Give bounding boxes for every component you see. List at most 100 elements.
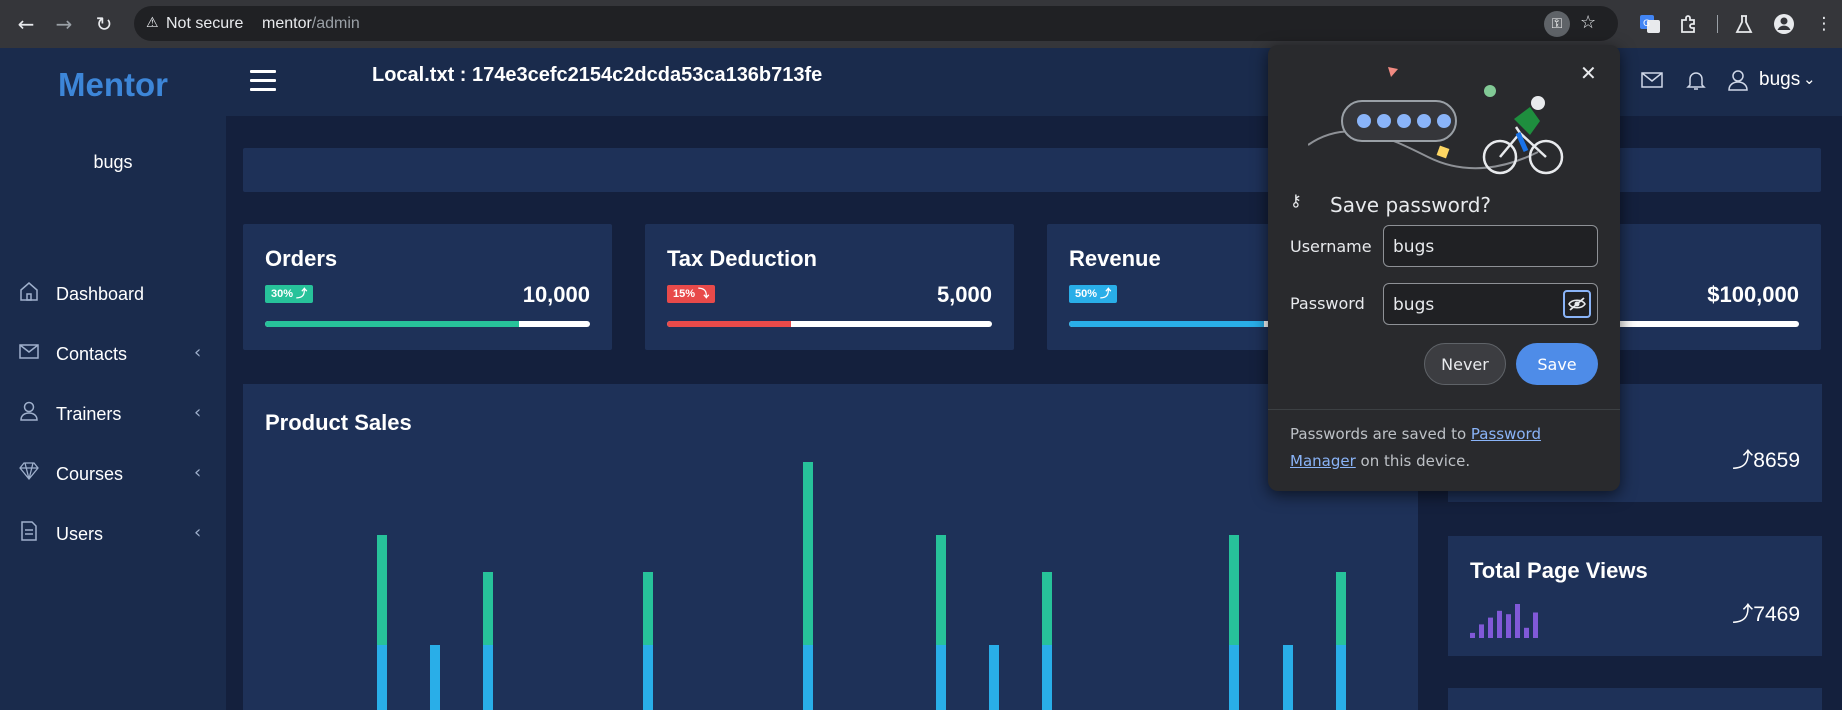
chevron-left-icon: ‹ — [194, 522, 202, 543]
sidebar-item-trainers[interactable]: Trainers ‹ — [0, 392, 226, 436]
save-password-dialog: ✕ ⚷ Save password? Username bugs Passwor… — [1268, 45, 1620, 491]
sales-bar-segment — [989, 645, 999, 710]
browser-menu-icon[interactable]: ⋮ — [1810, 10, 1838, 38]
sales-bar-segment — [483, 572, 493, 645]
sparkline-bar — [1470, 632, 1475, 638]
sparkline-bar — [1479, 624, 1484, 638]
sales-bar-segment — [377, 535, 387, 645]
chevron-down-icon[interactable]: ⌄ — [1803, 70, 1816, 88]
stat-value: ⤴7469 — [1732, 603, 1800, 626]
bookmark-star-icon[interactable]: ☆ — [1580, 12, 1596, 33]
svg-text:G: G — [1643, 19, 1650, 29]
username-value: bugs — [1393, 237, 1435, 257]
close-icon[interactable]: ✕ — [1580, 61, 1597, 85]
hamburger-menu-icon[interactable] — [250, 70, 276, 92]
sales-bar-segment — [643, 645, 653, 710]
profile-avatar-icon[interactable] — [1770, 10, 1798, 38]
username-field[interactable]: bugs — [1383, 225, 1598, 267]
sales-bar-segment — [1042, 645, 1052, 710]
brand-logo[interactable]: Mentor — [0, 66, 226, 104]
sales-bar-segment — [377, 645, 387, 710]
sales-bar-segment — [936, 645, 946, 710]
sidebar-username: bugs — [93, 152, 133, 172]
toolbar-divider — [1717, 15, 1718, 33]
sales-bar-segment — [430, 645, 440, 710]
card-value: 5,000 — [936, 282, 992, 307]
messages-icon[interactable] — [1640, 68, 1666, 94]
sidebar-item-users[interactable]: Users ‹ — [0, 512, 226, 556]
sparkline-chart — [1470, 604, 1538, 638]
sales-bar-segment — [643, 572, 653, 645]
hide-password-eye-icon[interactable] — [1563, 290, 1591, 318]
sales-bar-segment — [1042, 572, 1052, 645]
chevron-left-icon: ‹ — [194, 402, 202, 423]
sales-bar-segment — [936, 535, 946, 645]
sidebar-item-contacts[interactable]: Contacts ‹ — [0, 332, 226, 376]
key-icon: ⚷ — [1290, 191, 1302, 210]
progress-bar — [667, 321, 992, 327]
orders-card: Orders 30% ⤴ 10,000 — [243, 224, 612, 350]
chevron-left-icon: ‹ — [194, 342, 202, 363]
extensions-icon[interactable] — [1674, 10, 1702, 38]
labs-flask-icon[interactable] — [1730, 10, 1758, 38]
document-icon — [18, 520, 42, 544]
never-button[interactable]: Never — [1424, 343, 1506, 385]
home-icon — [18, 280, 42, 304]
sales-bar-chart — [377, 462, 1346, 710]
card-value: $100,000 — [1707, 282, 1799, 307]
sparkline-bar — [1506, 614, 1511, 638]
sales-bar-segment — [1336, 572, 1346, 645]
stat-value: ⤴8659 — [1732, 449, 1800, 472]
sales-bar-segment — [803, 645, 813, 710]
sparkline-bar — [1488, 617, 1493, 638]
card-title: Total Page Views — [1470, 558, 1648, 583]
sparkline-bar — [1533, 612, 1538, 638]
url-text[interactable]: mentor/admin — [262, 15, 360, 33]
sales-bar-segment — [803, 462, 813, 645]
warning-icon: ⚠ — [146, 15, 159, 31]
password-label: Password — [1290, 294, 1365, 313]
status-badge: 50% ⤴ — [1069, 285, 1118, 303]
save-button[interactable]: Save — [1516, 343, 1598, 385]
user-icon — [18, 400, 42, 424]
reload-icon[interactable]: ↻ — [90, 10, 118, 38]
notification-bell-icon[interactable] — [1684, 68, 1710, 94]
translate-icon[interactable]: G — [1636, 10, 1664, 38]
password-value: bugs — [1393, 295, 1435, 315]
page-title: Local.txt : 174e3cefc2154c2dcda53ca136b7… — [372, 64, 823, 86]
sidebar-item-dashboard[interactable]: Dashboard — [0, 272, 226, 316]
password-key-icon[interactable]: ⚿ — [1544, 11, 1570, 37]
sales-bar-segment — [1283, 645, 1293, 710]
sidebar-item-label: Courses — [56, 464, 124, 484]
security-label[interactable]: Not secure — [166, 15, 243, 33]
sidebar-item-courses[interactable]: Courses ‹ — [0, 452, 226, 496]
diamond-icon — [18, 460, 42, 484]
card-title: Revenue — [1069, 246, 1161, 271]
sales-bar-segment — [1336, 645, 1346, 710]
page-views-card: Total Page Views ⤴7469 — [1448, 536, 1822, 656]
status-badge: 15% ⤵ — [667, 285, 716, 303]
sparkline-bar — [1524, 627, 1529, 638]
user-profile-icon[interactable] — [1726, 68, 1752, 94]
sales-bar-segment — [1229, 645, 1239, 710]
progress-bar — [265, 321, 590, 327]
back-icon[interactable]: ← — [12, 10, 40, 38]
sales-bar-segment — [1229, 535, 1239, 645]
card-title: Tax Deduction — [667, 246, 817, 271]
chevron-left-icon: ‹ — [194, 462, 202, 483]
sparkline-bar — [1515, 604, 1520, 638]
sales-bar-segment — [483, 645, 493, 710]
sidebar-item-label: Trainers — [56, 404, 122, 424]
sparkline-bar — [1497, 610, 1502, 638]
product-sales-panel: Product Sales — [243, 384, 1418, 710]
divider — [1268, 409, 1620, 410]
status-badge: 30% ⤴ — [265, 285, 314, 303]
forward-icon[interactable]: → — [50, 10, 78, 38]
mail-icon — [18, 340, 42, 364]
topbar-username[interactable]: bugs — [1759, 69, 1800, 91]
sidebar: Mentor bugs Dashboard Contacts ‹ Trainer… — [0, 48, 226, 710]
address-bar[interactable]: ⚠ Not secure mentor/admin ⚿ ☆ — [134, 6, 1618, 41]
sidebar-item-label: Dashboard — [56, 284, 145, 304]
password-field[interactable]: bugs — [1383, 283, 1598, 325]
sidebar-item-label: Contacts — [56, 344, 128, 364]
